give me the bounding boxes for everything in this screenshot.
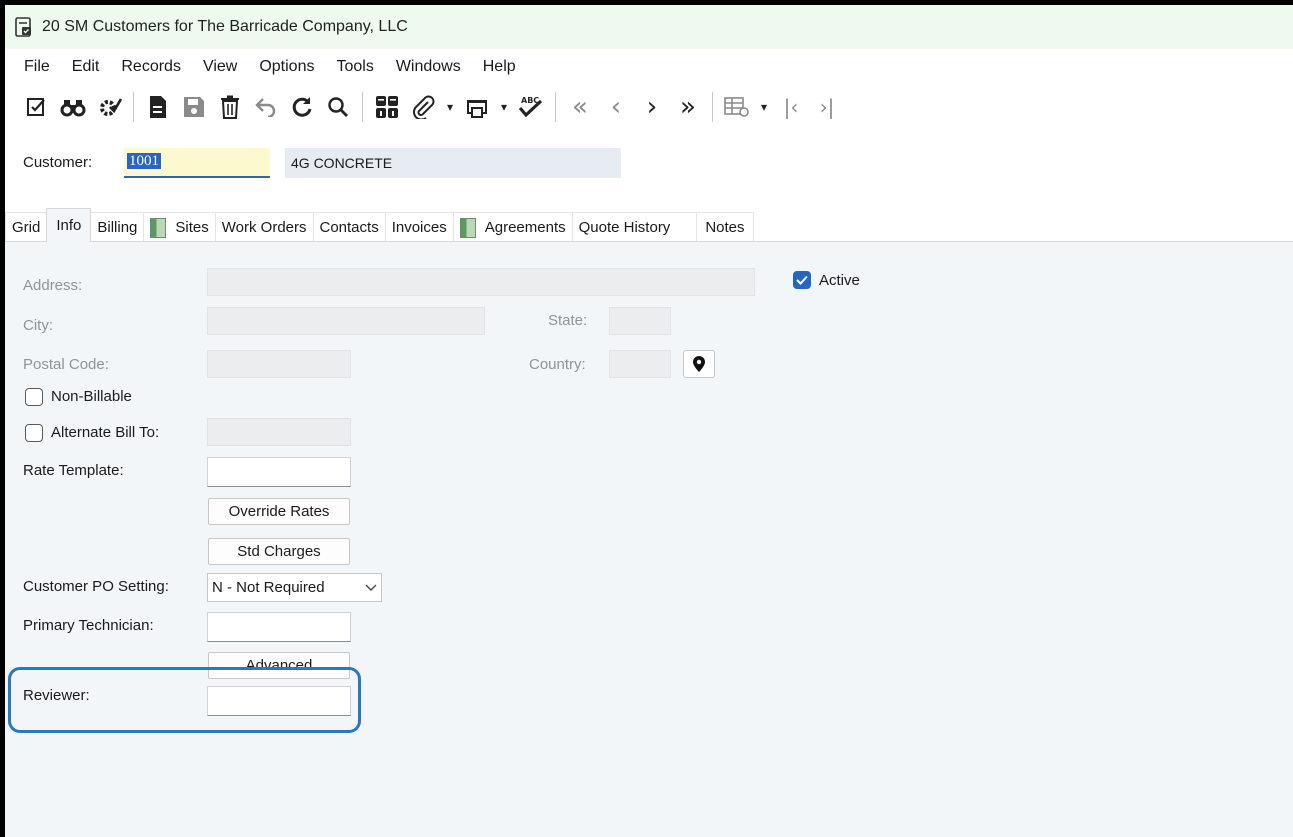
- state-field[interactable]: [609, 307, 671, 335]
- tab-billing[interactable]: Billing: [90, 212, 145, 242]
- delete-icon[interactable]: [212, 89, 248, 125]
- address-label: Address:: [23, 277, 83, 294]
- customer-po-setting-select[interactable]: N - Not Required: [207, 573, 382, 602]
- tab-grid[interactable]: Grid: [5, 212, 48, 242]
- customer-header: Customer: 1001 4G CONCRETE: [5, 145, 1293, 185]
- reviewer-input[interactable]: [207, 686, 351, 716]
- map-button[interactable]: [683, 350, 715, 378]
- grid-icon[interactable]: [369, 89, 405, 125]
- active-label: Active: [819, 272, 860, 289]
- toolbar-separator: [712, 92, 713, 122]
- info-panel: Address: Active City: State: Postal Code…: [5, 241, 1293, 837]
- active-checkbox[interactable]: [793, 271, 811, 289]
- undo-icon[interactable]: [248, 89, 284, 125]
- tab-notes[interactable]: Notes: [696, 212, 754, 242]
- spellcheck-icon[interactable]: ABC: [513, 89, 549, 125]
- non-billable-checkbox[interactable]: [25, 388, 43, 406]
- menu-help[interactable]: Help: [472, 56, 527, 78]
- address-field[interactable]: [207, 268, 755, 296]
- customer-po-setting-value: N - Not Required: [212, 579, 325, 596]
- search-icon[interactable]: [320, 89, 356, 125]
- rate-template-label: Rate Template:: [23, 462, 124, 479]
- sheet-icon: [459, 217, 476, 238]
- menu-view[interactable]: View: [192, 56, 248, 78]
- save-icon[interactable]: [176, 89, 212, 125]
- sheet-icon: [150, 217, 167, 238]
- tab-sites[interactable]: Sites: [143, 212, 216, 242]
- last-page-icon[interactable]: ›|: [809, 89, 845, 125]
- last-record-icon[interactable]: »: [670, 89, 706, 125]
- toolbar-separator: [555, 92, 556, 122]
- attach-dropdown-icon[interactable]: ▾: [441, 89, 459, 125]
- tab-quote-history[interactable]: Quote History: [571, 212, 698, 242]
- previous-record-icon[interactable]: ‹: [598, 89, 634, 125]
- app-window: 20 SM Customers for The Barricade Compan…: [5, 5, 1293, 837]
- binoculars-icon[interactable]: [55, 89, 91, 125]
- rate-template-input[interactable]: [207, 457, 351, 487]
- tab-agreements[interactable]: Agreements: [452, 212, 573, 242]
- customer-label: Customer:: [23, 154, 93, 171]
- toolbar-separator: [362, 92, 363, 122]
- tab-work-orders[interactable]: Work Orders: [214, 212, 314, 242]
- refresh-icon[interactable]: [284, 89, 320, 125]
- alternate-bill-to-label: Alternate Bill To:: [51, 424, 160, 441]
- reviewer-label: Reviewer:: [23, 687, 90, 704]
- menu-edit[interactable]: Edit: [61, 56, 111, 78]
- customer-id-input[interactable]: 1001: [124, 148, 270, 178]
- postal-code-field[interactable]: [207, 350, 351, 378]
- print-dropdown-icon[interactable]: ▾: [495, 89, 513, 125]
- tab-invoices[interactable]: Invoices: [384, 212, 454, 242]
- edit-check-icon[interactable]: [19, 89, 55, 125]
- menu-records[interactable]: Records: [110, 56, 192, 78]
- alternate-bill-to-checkbox[interactable]: [25, 424, 43, 442]
- country-field[interactable]: [609, 350, 671, 378]
- tab-strip: Grid Info Billing Sites Work Orders Cont…: [5, 208, 875, 242]
- city-field[interactable]: [207, 307, 485, 335]
- tab-contacts[interactable]: Contacts: [312, 212, 386, 242]
- menu-options[interactable]: Options: [248, 56, 325, 78]
- next-record-icon[interactable]: ›: [634, 89, 670, 125]
- tab-info[interactable]: Info: [46, 208, 92, 242]
- app-icon: [15, 17, 33, 37]
- customer-name-field: 4G CONCRETE: [285, 148, 621, 178]
- new-document-icon[interactable]: [140, 89, 176, 125]
- std-charges-button[interactable]: Std Charges: [208, 538, 350, 565]
- first-page-icon[interactable]: |‹: [773, 89, 809, 125]
- primary-technician-input[interactable]: [207, 612, 351, 642]
- non-billable-label: Non-Billable: [51, 388, 132, 405]
- checkmark-icon: [796, 275, 808, 285]
- print-icon[interactable]: [459, 89, 495, 125]
- menu-bar: File Edit Records View Options Tools Win…: [5, 53, 1293, 81]
- window-title: 20 SM Customers for The Barricade Compan…: [42, 18, 408, 35]
- city-label: City:: [23, 317, 53, 334]
- chevron-down-icon: [365, 584, 377, 591]
- advanced-button[interactable]: Advanced: [208, 652, 350, 679]
- override-rates-button[interactable]: Override Rates: [208, 498, 350, 525]
- state-label: State:: [548, 312, 588, 329]
- alternate-bill-to-field[interactable]: [207, 418, 351, 446]
- customer-po-setting-label: Customer PO Setting:: [23, 578, 169, 595]
- table-settings-icon[interactable]: [719, 89, 755, 125]
- postal-code-label: Postal Code:: [23, 356, 109, 373]
- title-bar: 20 SM Customers for The Barricade Compan…: [5, 5, 1293, 49]
- toolbar: ▾ ▾ ABC « ‹ › » ▾ |‹ ›|: [5, 87, 1293, 127]
- country-label: Country:: [529, 356, 586, 373]
- settings-check-icon[interactable]: [91, 89, 127, 125]
- primary-technician-label: Primary Technician:: [23, 617, 154, 634]
- first-record-icon[interactable]: «: [562, 89, 598, 125]
- table-settings-dropdown-icon[interactable]: ▾: [755, 89, 773, 125]
- menu-windows[interactable]: Windows: [385, 56, 472, 78]
- menu-file[interactable]: File: [13, 56, 61, 78]
- attach-icon[interactable]: [405, 89, 441, 125]
- toolbar-separator: [133, 92, 134, 122]
- menu-tools[interactable]: Tools: [325, 56, 384, 78]
- map-pin-icon: [693, 356, 705, 372]
